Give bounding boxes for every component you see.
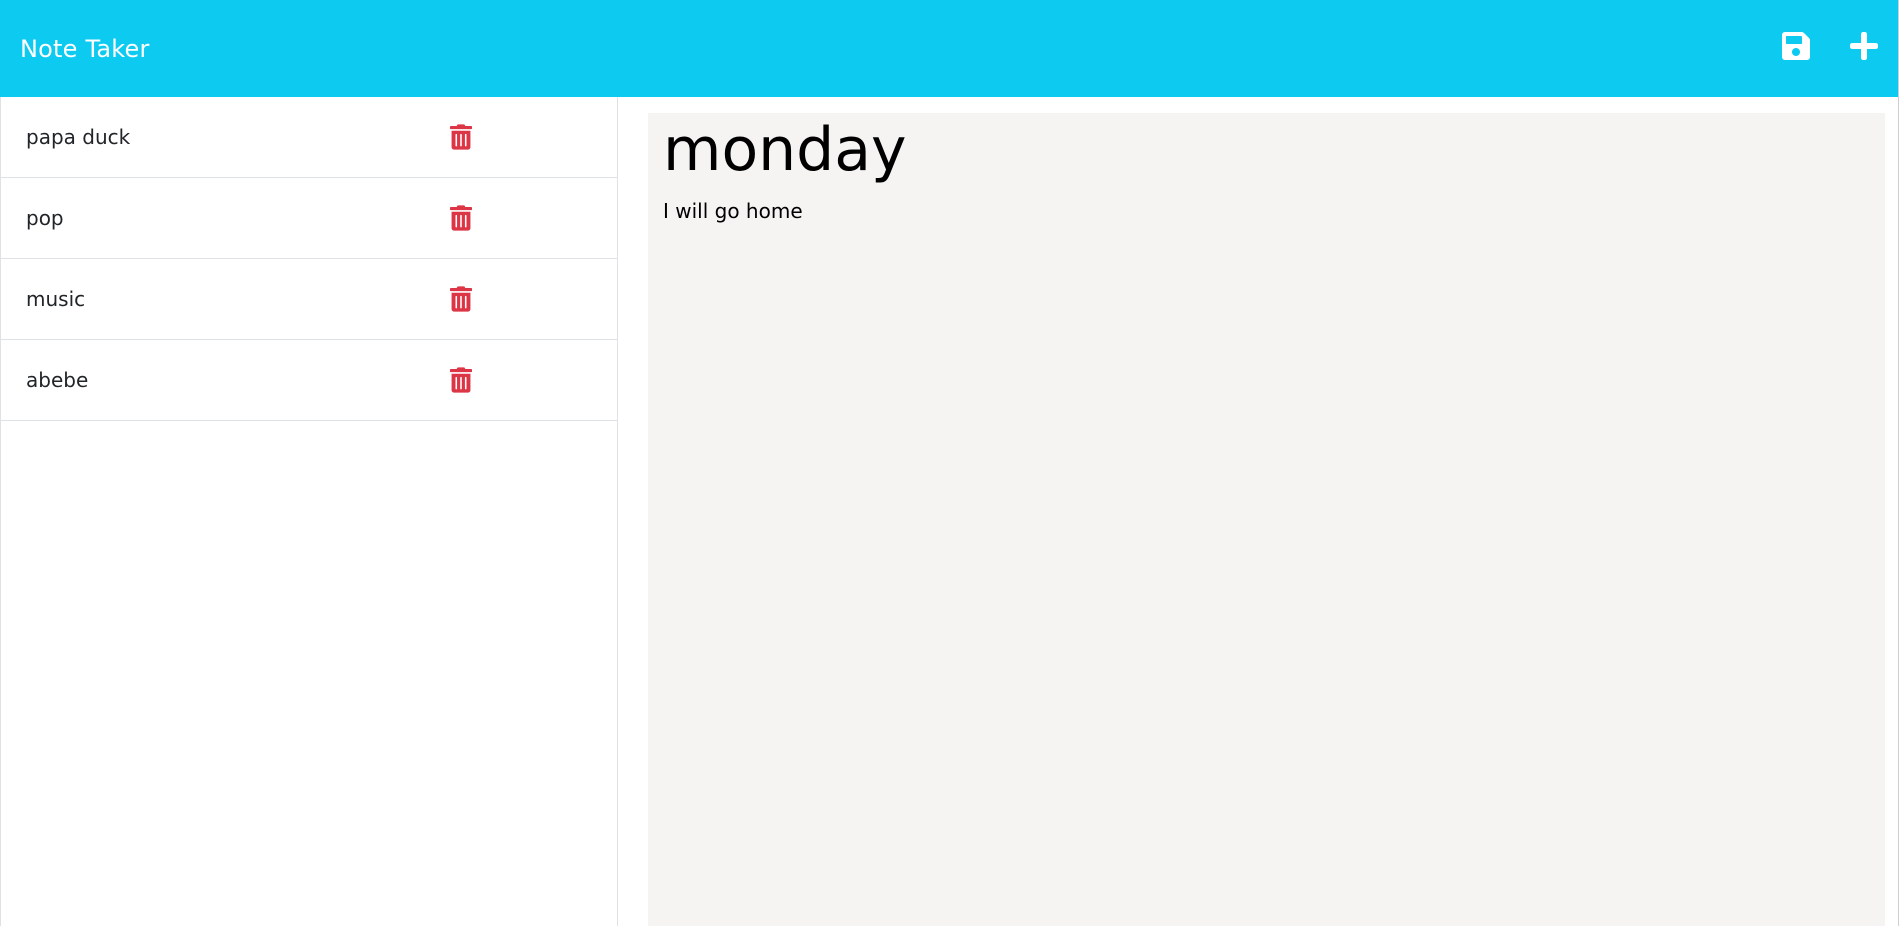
notes-sidebar: papa duck pop music abebe [0,97,618,926]
trash-icon[interactable] [450,367,472,393]
toolbar-icons [1738,0,1898,97]
trash-icon[interactable] [450,124,472,150]
note-editor: monday I will go home [648,113,1885,926]
note-list-item[interactable]: music [1,259,617,340]
navbar: Note Taker [0,0,1898,97]
new-note-icon[interactable] [1848,30,1880,62]
trash-icon[interactable] [450,205,472,231]
note-list-item[interactable]: abebe [1,340,617,421]
note-item-title[interactable]: pop [26,206,64,230]
save-note-icon[interactable] [1780,30,1812,62]
note-item-title[interactable]: papa duck [26,125,130,149]
note-list: papa duck pop music abebe [1,97,617,421]
note-item-title[interactable]: music [26,287,85,311]
note-title-input[interactable]: monday [663,113,907,183]
window-edge [1898,0,1902,926]
trash-icon[interactable] [450,286,472,312]
app-title[interactable]: Note Taker [20,35,150,63]
note-text-area[interactable]: I will go home [663,199,803,223]
note-list-item[interactable]: papa duck [1,97,617,178]
note-item-title[interactable]: abebe [26,368,88,392]
note-list-item[interactable]: pop [1,178,617,259]
